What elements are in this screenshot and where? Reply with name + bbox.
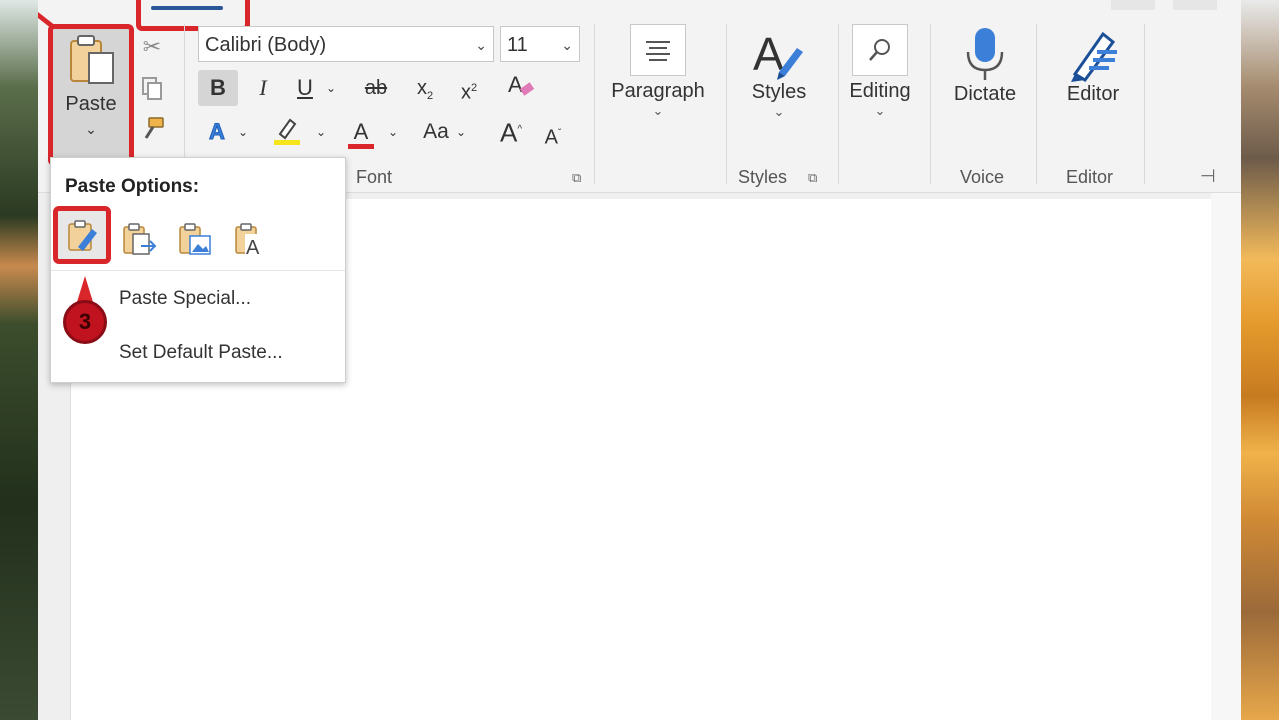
text-effects-button[interactable]: A xyxy=(200,114,234,150)
separator xyxy=(594,24,595,184)
share-button[interactable] xyxy=(1173,0,1217,10)
set-default-paste-menu-item[interactable]: Set Default Paste... xyxy=(119,342,283,364)
format-painter-icon[interactable] xyxy=(138,116,166,144)
paste-label: Paste xyxy=(65,93,117,115)
font-color-label: A xyxy=(353,119,369,144)
chevron-down-icon[interactable]: ⌄ xyxy=(234,114,252,150)
step-marker: 3 xyxy=(63,276,107,352)
editor-label: Editor xyxy=(1066,83,1120,105)
dictate-button[interactable]: Dictate xyxy=(938,24,1032,106)
shrink-font-label: A xyxy=(544,126,558,149)
separator xyxy=(51,270,345,271)
superscript-label: x xyxy=(460,81,471,104)
styles-dialog-launcher-icon[interactable]: ⧉ xyxy=(808,170,817,186)
ribbon-display-options-button[interactable] xyxy=(1111,0,1155,10)
styles-icon: A xyxy=(753,28,803,80)
chevron-down-icon[interactable]: ⌄ xyxy=(475,27,487,63)
paste-options-title: Paste Options: xyxy=(65,176,200,197)
paragraph-button[interactable]: Paragraph ⌄ xyxy=(608,24,708,119)
paragraph-icon xyxy=(630,24,686,76)
font-size-box[interactable]: 11 ⌄ xyxy=(500,26,580,62)
vertical-scrollbar[interactable] xyxy=(1211,193,1241,720)
keep-source-formatting-icon xyxy=(68,220,97,251)
font-dialog-launcher-icon[interactable]: ⧉ xyxy=(572,170,581,186)
separator xyxy=(1036,24,1037,184)
voice-group-label: Voice xyxy=(960,167,1005,187)
editing-button[interactable]: Editing ⌄ xyxy=(844,24,916,119)
bold-button[interactable]: B xyxy=(198,70,238,106)
strikethrough-button[interactable]: ab xyxy=(356,70,396,106)
chevron-down-icon[interactable]: ⌄ xyxy=(384,114,402,150)
grow-font-button[interactable]: A^ xyxy=(496,112,526,148)
editor-pen-icon xyxy=(1071,31,1117,82)
paste-dropdown-caret[interactable]: ⌄ xyxy=(53,121,129,138)
paste-picture-icon[interactable] xyxy=(177,222,213,258)
editing-label: Editing xyxy=(849,80,911,102)
separator xyxy=(1144,24,1145,184)
grow-font-label: A xyxy=(499,117,518,148)
styles-button[interactable]: A Styles ⌄ xyxy=(742,24,816,120)
paste-options-icons: A xyxy=(51,204,345,270)
font-size-value: 11 xyxy=(507,34,528,56)
underline-button[interactable]: U xyxy=(290,70,320,106)
step-number-badge: 3 xyxy=(63,300,107,344)
separator xyxy=(930,24,931,184)
chevron-down-icon[interactable]: ⌄ xyxy=(452,114,470,150)
clear-formatting-icon[interactable]: A xyxy=(504,70,538,106)
chevron-down-icon[interactable]: ⌄ xyxy=(561,27,573,63)
chevron-down-icon: ⌄ xyxy=(773,104,785,119)
styles-group-label: Styles xyxy=(738,167,788,187)
highlight-color-icon[interactable] xyxy=(270,114,304,150)
paste-options-menu: Paste Options: A Paste Special... Set De… xyxy=(50,157,346,383)
step-marker-pointer xyxy=(77,276,93,302)
pin-ribbon-icon[interactable]: ⊣ xyxy=(1200,166,1216,187)
desktop-background-right xyxy=(1241,0,1279,720)
merge-formatting-icon[interactable] xyxy=(121,222,157,258)
subscript-button[interactable]: x2 xyxy=(408,70,442,106)
dictate-label: Dictate xyxy=(953,83,1017,105)
editor-button[interactable]: Editor xyxy=(1046,24,1140,106)
svg-text:A: A xyxy=(508,72,523,97)
word-window: Paste ⌄ ✂ Calibri (Body) ⌄ 11 ⌄ B I U ⌄ … xyxy=(38,0,1241,720)
paragraph-label: Paragraph xyxy=(611,80,705,102)
styles-label: Styles xyxy=(751,81,807,103)
chevron-down-icon: ⌄ xyxy=(874,103,886,118)
separator xyxy=(838,24,839,184)
copy-icon[interactable] xyxy=(138,76,166,104)
tab-strip xyxy=(38,0,1241,44)
desktop-background-left xyxy=(0,0,38,720)
keep-source-formatting-button[interactable] xyxy=(53,206,111,264)
chevron-down-icon[interactable]: ⌄ xyxy=(312,114,330,150)
separator xyxy=(726,24,727,184)
change-case-button[interactable]: Aa xyxy=(416,114,456,150)
svg-text:A: A xyxy=(246,237,260,258)
clipboard-icon xyxy=(70,35,114,84)
paste-button[interactable]: Paste ⌄ xyxy=(48,24,134,166)
font-group-label: Font xyxy=(356,167,393,187)
keep-text-only-icon[interactable]: A xyxy=(233,222,269,259)
microphone-icon xyxy=(966,28,1004,80)
editor-group-label: Editor xyxy=(1066,167,1114,187)
font-name-box[interactable]: Calibri (Body) ⌄ xyxy=(198,26,494,62)
font-name-value: Calibri (Body) xyxy=(205,34,327,56)
subscript-label: x xyxy=(416,77,427,99)
chevron-down-icon: ⌄ xyxy=(652,103,664,118)
italic-button[interactable]: I xyxy=(248,70,278,106)
chevron-down-icon[interactable]: ⌄ xyxy=(322,70,340,106)
superscript-button[interactable]: x2 xyxy=(452,70,486,106)
shrink-font-button[interactable]: Aˇ xyxy=(538,116,568,152)
paste-special-menu-item[interactable]: Paste Special... xyxy=(119,288,251,310)
cut-icon[interactable]: ✂ xyxy=(138,34,166,62)
font-color-button[interactable]: A xyxy=(344,114,378,150)
search-icon xyxy=(852,24,908,76)
